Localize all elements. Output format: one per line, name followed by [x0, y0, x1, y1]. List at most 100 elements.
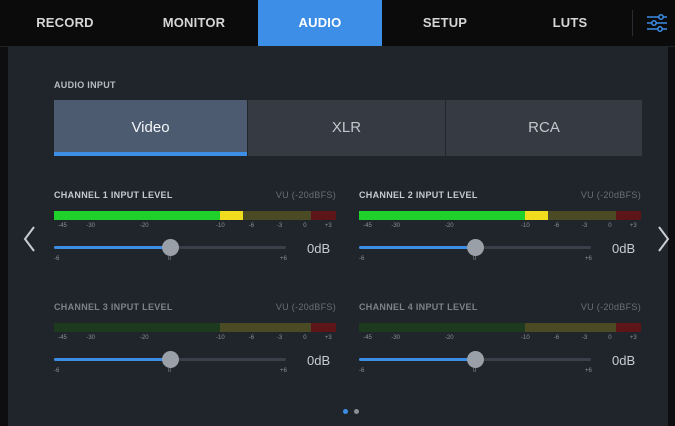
- meter-tick-label: -45: [58, 223, 67, 229]
- tab-monitor[interactable]: MONITOR: [130, 0, 258, 46]
- meter-tick-label: 0: [608, 223, 612, 229]
- slider-max-label: +6: [280, 368, 287, 374]
- channel-1-gain-value: 0dB: [307, 241, 331, 256]
- audio-input-video-label: Video: [131, 119, 170, 136]
- meter-tick-label: -30: [86, 335, 95, 341]
- channel-4-vu-label: VU (-20dBFS): [580, 302, 641, 312]
- meter-tick-label: -10: [216, 335, 225, 341]
- audio-input-rca-button[interactable]: RCA: [446, 100, 642, 156]
- tab-audio[interactable]: AUDIO: [258, 0, 382, 46]
- meter-yellow-segment: [525, 211, 548, 220]
- meter-tick-label: +3: [324, 335, 332, 341]
- slider-min-label: -6: [54, 256, 60, 262]
- meter-tick-label: -30: [391, 223, 400, 229]
- meter-tick-label: -30: [391, 335, 400, 341]
- slider-knob[interactable]: [467, 239, 484, 256]
- meter-tick-label: +3: [324, 223, 332, 229]
- slider-min-label: -6: [359, 368, 365, 374]
- audio-input-label: AUDIO INPUT: [54, 80, 116, 90]
- chevron-right-icon[interactable]: [655, 224, 671, 254]
- channel-3-title: CHANNEL 3 INPUT LEVEL: [54, 302, 173, 312]
- meter-tick-label: +3: [629, 223, 637, 229]
- slider-mid-label: 0: [473, 368, 477, 374]
- channel-1-level-meter: [54, 211, 336, 220]
- meter-tick-label: 0: [303, 223, 307, 229]
- menu-sliders-icon[interactable]: [646, 13, 668, 33]
- tab-setup[interactable]: SETUP: [382, 0, 508, 46]
- meter-tick-label: -20: [444, 335, 454, 341]
- meter-tick-label: -3: [276, 223, 283, 229]
- channel-4-title: CHANNEL 4 INPUT LEVEL: [359, 302, 478, 312]
- meter-tick-label: -10: [521, 335, 530, 341]
- meter-red-segment: [310, 323, 336, 332]
- channel-2-meter-scale: -45 -30 -20 -10 -6 -3 0 +3: [359, 223, 641, 233]
- channel-1-gain-slider[interactable]: [54, 239, 286, 256]
- meter-tick-label: 0: [608, 335, 612, 341]
- meter-tick-label: -3: [276, 335, 283, 341]
- meter-red-segment: [310, 211, 336, 220]
- meter-olive-segment: [525, 323, 616, 332]
- slider-max-label: +6: [585, 256, 592, 262]
- slider-min-label: -6: [359, 256, 365, 262]
- meter-tick-label: -20: [444, 223, 454, 229]
- audio-input-video-button[interactable]: Video: [54, 100, 247, 156]
- tab-record[interactable]: RECORD: [0, 0, 130, 46]
- meter-tick-label: -10: [216, 223, 225, 229]
- slider-fill: [359, 246, 475, 249]
- slider-knob[interactable]: [162, 239, 179, 256]
- slider-min-label: -6: [54, 368, 60, 374]
- meter-olive-segment: [242, 211, 311, 220]
- meter-red-segment: [615, 323, 641, 332]
- slider-mid-label: 0: [473, 256, 477, 262]
- channel-3-level-meter: [54, 323, 336, 332]
- meter-tick-label: -45: [58, 335, 67, 341]
- meter-green-segment: [54, 211, 221, 220]
- meter-olive-segment: [547, 211, 616, 220]
- channel-2-gain-slider[interactable]: [359, 239, 591, 256]
- meter-tick-label: -30: [86, 223, 95, 229]
- meter-olive-segment: [220, 323, 311, 332]
- channel-2-vu-label: VU (-20dBFS): [580, 190, 641, 200]
- channel-3-gain-value: 0dB: [307, 353, 331, 368]
- meter-tick-label: -3: [581, 335, 588, 341]
- channel-3-meter-scale: -45 -30 -20 -10 -6 -3 0 +3: [54, 335, 336, 345]
- meter-tick-label: -3: [581, 223, 588, 229]
- meter-tick-label: -20: [139, 335, 149, 341]
- page-dot-active[interactable]: [343, 409, 348, 414]
- meter-tick-label: -45: [363, 335, 372, 341]
- meter-dim-green-segment: [359, 323, 526, 332]
- slider-fill: [54, 246, 170, 249]
- channel-3-gain-slider[interactable]: [54, 351, 286, 368]
- meter-tick-label: -6: [553, 335, 560, 341]
- tab-divider: [632, 10, 633, 36]
- audio-input-xlr-label: XLR: [331, 119, 362, 136]
- channel-2-gain-value: 0dB: [612, 241, 636, 256]
- slider-mid-label: 0: [168, 256, 172, 262]
- channel-4-gain-value: 0dB: [612, 353, 636, 368]
- meter-red-segment: [615, 211, 641, 220]
- meter-dim-green-segment: [54, 323, 221, 332]
- slider-fill: [359, 358, 475, 361]
- meter-tick-label: +3: [629, 335, 637, 341]
- channel-2-level-meter: [359, 211, 641, 220]
- audio-input-rca-label: RCA: [528, 119, 560, 136]
- meter-green-segment: [359, 211, 526, 220]
- channel-2-title: CHANNEL 2 INPUT LEVEL: [359, 190, 478, 200]
- channel-4-level-meter: [359, 323, 641, 332]
- slider-max-label: +6: [280, 256, 287, 262]
- top-tab-bar: RECORD MONITOR AUDIO SETUP LUTS: [0, 0, 675, 47]
- meter-tick-label: -20: [139, 223, 149, 229]
- channel-4-gain-slider[interactable]: [359, 351, 591, 368]
- chevron-left-icon[interactable]: [22, 224, 38, 254]
- tab-luts[interactable]: LUTS: [508, 0, 632, 46]
- meter-tick-label: -6: [248, 223, 255, 229]
- page-dot[interactable]: [354, 409, 359, 414]
- meter-tick-label: -6: [553, 223, 560, 229]
- slider-knob[interactable]: [467, 351, 484, 368]
- slider-max-label: +6: [585, 368, 592, 374]
- slider-knob[interactable]: [162, 351, 179, 368]
- audio-input-xlr-button[interactable]: XLR: [248, 100, 445, 156]
- channel-1-vu-label: VU (-20dBFS): [275, 190, 336, 200]
- channel-1-title: CHANNEL 1 INPUT LEVEL: [54, 190, 173, 200]
- meter-tick-label: -10: [521, 223, 530, 229]
